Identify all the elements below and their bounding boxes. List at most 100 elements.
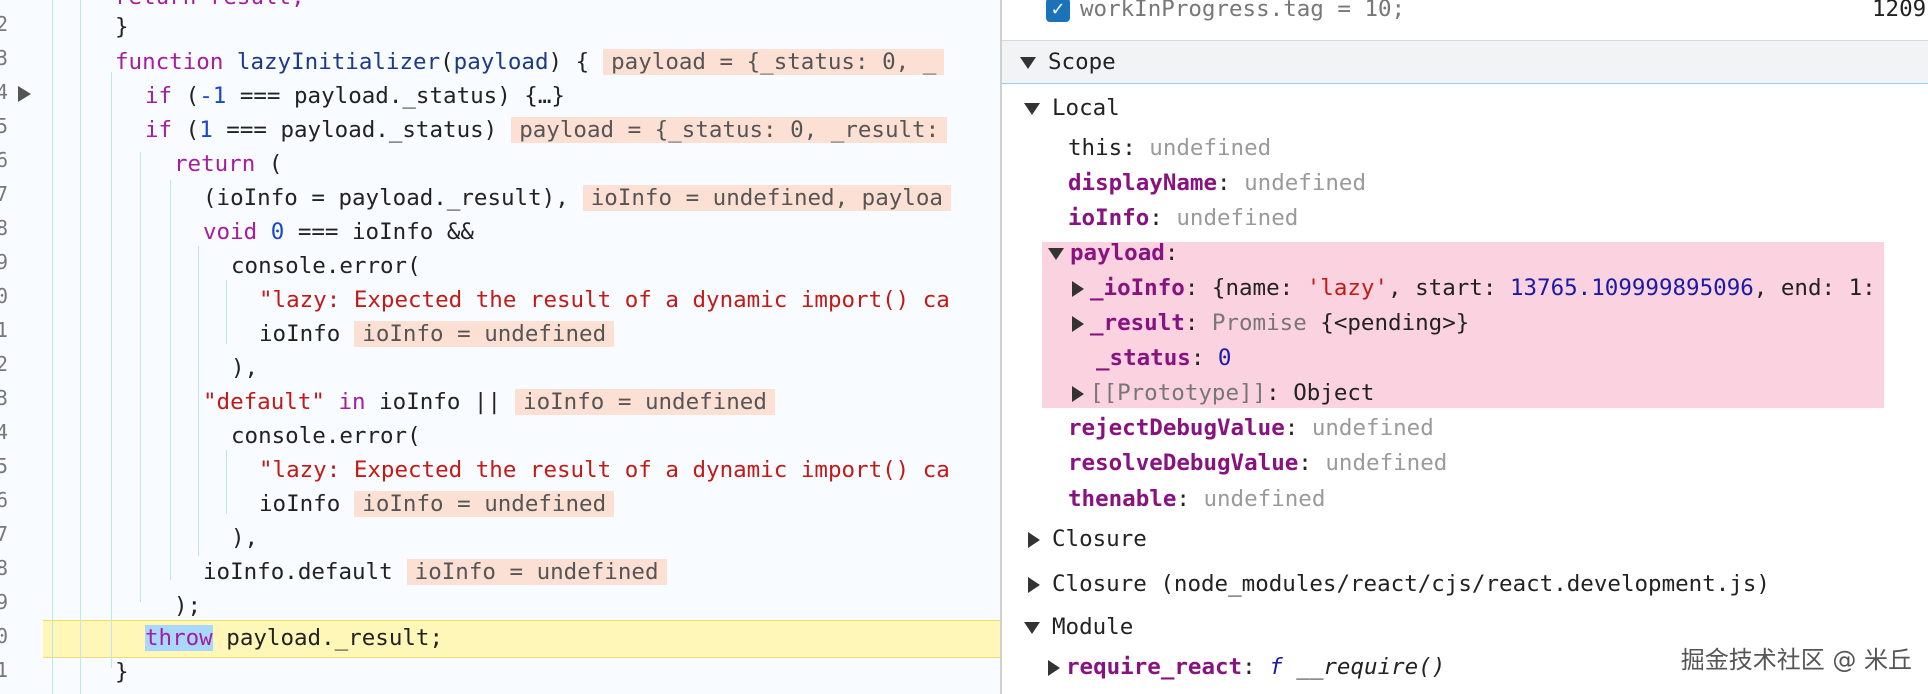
expand-arrow-icon[interactable] — [1024, 621, 1040, 634]
watch-expression: workInProgress.tag = 10; — [1080, 0, 1406, 22]
variable-row[interactable]: thenable: undefined — [1068, 482, 1325, 516]
tree-label: Local — [1052, 95, 1120, 121]
property-value: , start: — [1388, 275, 1510, 301]
indent-guide — [226, 280, 227, 344]
code-line: } — [115, 10, 129, 44]
string-token: "default" — [203, 389, 325, 415]
property-row[interactable]: [[Prototype]]: Object — [1072, 376, 1374, 410]
inline-value: ioInfo = undefined, payloa — [582, 185, 951, 211]
expand-arrow-icon[interactable] — [1024, 102, 1040, 115]
property-value: {name: — [1211, 275, 1307, 301]
keyword-token: return — [174, 151, 256, 177]
code-line: "default" in ioInfo || ioInfo = undefined — [203, 385, 775, 419]
collapse-arrow-icon[interactable] — [1072, 315, 1084, 332]
inline-value: ioInfo = undefined — [515, 389, 775, 415]
watch-row[interactable]: ✓ workInProgress.tag = 10; — [1046, 0, 1405, 26]
code-line: return ( — [174, 147, 282, 181]
indent-guide — [198, 246, 199, 556]
keyword-token: if — [145, 117, 173, 143]
property-row[interactable]: _ioInfo: {name: 'lazy', start: 13765.109… — [1072, 271, 1876, 305]
tree-label: Closure — [1052, 526, 1147, 552]
code-token: ), — [231, 525, 259, 551]
tree-node-module[interactable]: Module — [1024, 610, 1133, 644]
line-number: 1 — [0, 658, 9, 682]
code-token: ( — [172, 83, 200, 109]
fold-arrow-icon[interactable] — [18, 86, 31, 102]
variable-name: this — [1068, 135, 1123, 161]
property-row[interactable]: _result: Promise {<pending>} — [1072, 306, 1469, 340]
variable-row[interactable]: require_react: f __require() — [1048, 650, 1445, 684]
variable-value: undefined — [1325, 450, 1448, 476]
collapse-arrow-icon[interactable] — [1028, 531, 1040, 548]
code-line-current: throw payload._result; — [145, 621, 443, 655]
string-token: "lazy: Expected the result of a dynamic … — [259, 287, 950, 313]
property-value: {<pending>} — [1306, 310, 1470, 336]
code-line: ), — [231, 351, 258, 385]
variable-row[interactable]: displayName: undefined — [1068, 166, 1366, 200]
line-number: 7 — [0, 182, 9, 206]
code-token: ioInfo — [259, 321, 341, 347]
variable-value: undefined — [1176, 205, 1299, 231]
source-code-pane[interactable]: 2 3 4 5 6 7 8 9 0 1 2 3 4 5 6 7 8 9 0 1 … — [0, 0, 1000, 694]
variable-row[interactable]: resolveDebugValue: undefined — [1068, 446, 1447, 480]
scope-panel[interactable]: ✓ workInProgress.tag = 10; 1209 Scope Loc… — [1000, 0, 1928, 694]
variable-name: require_react — [1066, 654, 1243, 680]
code-line: ioInfo ioInfo = undefined — [259, 487, 615, 521]
function-name-token: lazyInitializer — [236, 49, 441, 75]
property-name: [[Prototype]] — [1090, 380, 1267, 406]
code-line: "lazy: Expected the result of a dynamic … — [259, 283, 950, 317]
property-value: 0 — [1217, 345, 1232, 371]
checkbox-checked-icon[interactable]: ✓ — [1046, 0, 1070, 22]
tree-node-closure-module[interactable]: Closure (node_modules/react/cjs/react.de… — [1028, 567, 1770, 601]
line-number: 5 — [0, 114, 9, 138]
code-line: console.error( — [231, 249, 421, 283]
collapse-arrow-icon[interactable] — [1072, 280, 1084, 297]
line-number: 4 — [0, 420, 9, 444]
property-row[interactable]: _status: 0 — [1096, 341, 1231, 375]
line-number: 0 — [0, 624, 9, 648]
property-name: _result — [1090, 310, 1185, 336]
property-value: 'lazy' — [1306, 275, 1389, 301]
code-token: } — [115, 659, 129, 685]
variable-row[interactable]: ioInfo: undefined — [1068, 201, 1298, 235]
number-token: 0 — [270, 219, 285, 245]
line-number: 4 — [0, 80, 9, 104]
line-number: 0 — [0, 284, 9, 308]
variable-name: displayName — [1068, 170, 1218, 196]
inline-value: ioInfo = undefined — [406, 559, 667, 585]
tree-node-local[interactable]: Local — [1024, 91, 1120, 125]
string-token: "lazy: Expected the result of a dynamic … — [259, 457, 950, 483]
variable-row-payload[interactable]: payload: — [1048, 236, 1178, 270]
collapse-arrow-icon[interactable] — [1028, 576, 1040, 593]
collapse-arrow-icon[interactable] — [1048, 659, 1060, 676]
collapse-arrow-icon[interactable] — [1072, 385, 1084, 402]
inline-value: payload = {_status: 0, _ — [603, 49, 945, 75]
variable-name: thenable — [1068, 486, 1177, 512]
line-number: 2 — [0, 352, 9, 376]
variable-row[interactable]: rejectDebugValue: undefined — [1068, 411, 1434, 445]
property-value: , end: 1: — [1753, 275, 1876, 301]
variable-row[interactable]: this: undefined — [1068, 131, 1271, 165]
code-line: return result; — [115, 0, 305, 14]
line-number: 6 — [0, 488, 9, 512]
number-token: 1 — [199, 117, 213, 143]
variable-value: undefined — [1203, 486, 1326, 512]
expand-arrow-icon[interactable] — [1020, 56, 1036, 69]
scope-section-header[interactable]: Scope — [1002, 40, 1928, 84]
tree-label: Closure (node_modules/react/cjs/react.de… — [1052, 571, 1770, 597]
code-line: ); — [174, 589, 201, 623]
keyword-token: throw — [145, 625, 213, 651]
code-line: function lazyInitializer(payload) {paylo… — [115, 45, 945, 79]
code-token: ioInfo.default — [203, 559, 393, 585]
expand-arrow-icon[interactable] — [1048, 247, 1064, 260]
keyword-token: if — [145, 83, 173, 109]
variable-name: payload — [1070, 240, 1165, 266]
code-line: ioInfo ioInfo = undefined — [259, 317, 615, 351]
inline-value: payload = {_status: 0, _result: — [511, 117, 948, 143]
property-value: 13765.109999895096 — [1509, 275, 1754, 301]
watch-value: 1209 — [1872, 0, 1926, 26]
tree-label: Module — [1052, 614, 1134, 640]
watermark: 掘金技术社区 @ 米丘 — [1680, 646, 1912, 674]
tree-node-closure[interactable]: Closure — [1028, 522, 1147, 556]
code-line: ), — [231, 521, 258, 555]
